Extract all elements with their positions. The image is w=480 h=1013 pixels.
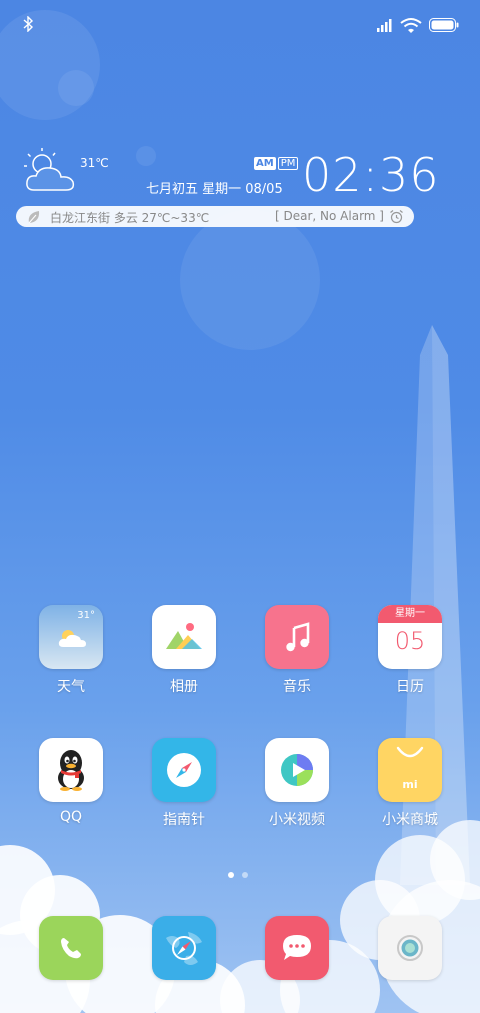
app-label: 音乐: [283, 679, 311, 695]
qq-penguin-icon: [39, 738, 103, 802]
page-dot-active[interactable]: [228, 872, 234, 878]
wifi-icon: [400, 18, 422, 33]
background-bokeh: [136, 146, 156, 166]
mi-logo: mi: [402, 778, 418, 791]
partly-cloudy-icon: [24, 148, 75, 191]
background-bokeh: [58, 70, 94, 106]
video-icon: [265, 738, 329, 802]
app-label: 天气: [57, 679, 85, 695]
pm-label: PM: [277, 157, 299, 170]
app-label: 指南针: [163, 812, 205, 828]
am-pm-indicator: AM PM: [254, 157, 299, 170]
app-label: 相册: [170, 679, 198, 695]
app-label: 小米商城: [382, 812, 438, 828]
app-label: 小米视频: [269, 812, 325, 828]
calendar-icon: 星期一 05: [378, 605, 442, 669]
date-text: 七月初五 星期一 08/05: [146, 182, 283, 197]
mi-store-icon: mi: [378, 738, 442, 802]
location-weather-text: 白龙江东街 多云 27℃~33℃: [50, 211, 210, 225]
app-calendar[interactable]: 星期一 05 日历: [365, 605, 455, 696]
app-weather[interactable]: 31° 天气: [26, 605, 116, 696]
music-icon: [265, 605, 329, 669]
browser-icon[interactable]: [152, 916, 216, 980]
app-music[interactable]: 音乐: [252, 605, 342, 696]
phone-icon[interactable]: [39, 916, 103, 980]
gallery-icon: [152, 605, 216, 669]
weather-info-bar[interactable]: 白龙江东街 多云 27℃~33℃ [ Dear, No Alarm ]: [16, 206, 414, 227]
app-qq[interactable]: QQ: [26, 738, 116, 825]
alarm-text[interactable]: [ Dear, No Alarm ]: [275, 209, 384, 223]
app-compass[interactable]: 指南针: [139, 738, 229, 829]
app-label: QQ: [59, 809, 83, 825]
app-label: 日历: [396, 679, 424, 695]
signal-icon: [377, 19, 392, 32]
background-bokeh: [180, 210, 320, 350]
am-label: AM: [254, 157, 276, 170]
calendar-day: 05: [394, 627, 426, 655]
app-mi-video[interactable]: 小米视频: [252, 738, 342, 829]
page-dot[interactable]: [242, 872, 248, 878]
clock-time[interactable]: 02:36: [302, 148, 440, 202]
weather-app-icon: 31°: [39, 605, 103, 669]
bluetooth-icon: [23, 16, 34, 32]
current-temperature: 31℃: [80, 156, 109, 170]
camera-icon[interactable]: [378, 916, 442, 980]
app-gallery[interactable]: 相册: [139, 605, 229, 696]
leaf-icon: [28, 211, 40, 224]
app-mi-store[interactable]: mi 小米商城: [365, 738, 455, 829]
calendar-weekday: 星期一: [378, 605, 442, 623]
compass-icon: [152, 738, 216, 802]
weather-badge: 31°: [77, 610, 95, 621]
status-bar: [0, 0, 480, 50]
alarm-clock-icon[interactable]: [389, 209, 404, 224]
messages-icon[interactable]: [265, 916, 329, 980]
page-indicator[interactable]: [228, 872, 248, 878]
battery-icon: [429, 18, 459, 32]
